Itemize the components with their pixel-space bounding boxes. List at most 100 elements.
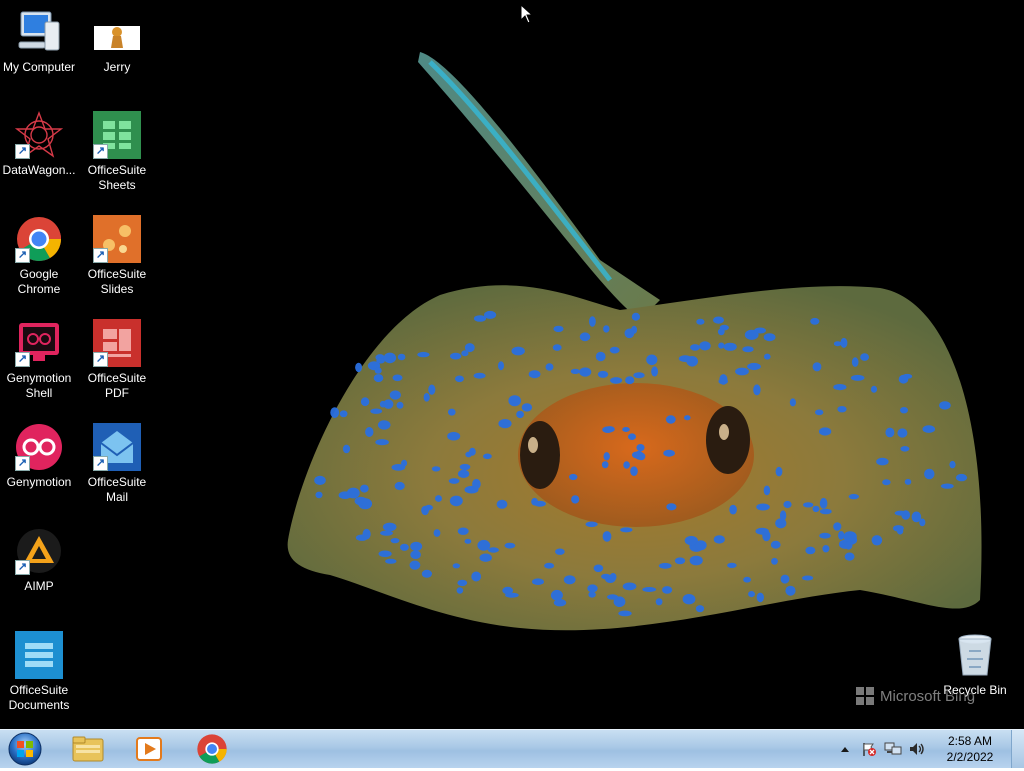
ray-spot [785,585,796,596]
start-button[interactable] [6,731,44,767]
ray-spot [779,510,787,521]
desktop-icon-google-chrome[interactable]: ↗ Google Chrome [0,215,78,297]
ray-spot [713,535,725,544]
action-center-flag-icon[interactable] [859,739,879,759]
icon-label: AIMP [24,579,54,593]
ray-spot [713,316,724,324]
file-explorer-icon [72,736,104,762]
desktop-icon-jerry[interactable]: Jerry [78,8,156,75]
ray-spot [624,328,635,339]
shortcut-arrow-icon: ↗ [15,456,30,471]
icon-label: OfficeSuite Mail [87,475,147,504]
ray-spot [373,374,384,383]
desktop-icon-officesuite-documents[interactable]: OfficeSuite Documents [0,631,78,713]
ray-spot [383,399,394,409]
ray-spot [748,591,755,598]
ray-spot [378,550,392,558]
ray-spot [919,518,926,527]
ray-spot [431,466,441,472]
ray-spot [755,527,769,535]
ray-spot [894,510,907,516]
ray-spot [690,344,700,351]
ray-spot [833,522,842,531]
ray-spot [498,419,512,429]
ray-spot [448,408,456,416]
ray-spot [838,531,845,540]
ray-spot [589,316,596,327]
ray-spot [455,375,464,383]
network-icon[interactable] [883,739,903,759]
ray-spot [631,312,641,321]
desktop-icon-my-computer[interactable]: My Computer [0,8,78,75]
ray-spot [354,496,368,506]
desktop-icon-aimp[interactable]: ↗ AIMP [0,527,78,594]
system-tray: 2:58 AM 2/2/2022 [833,730,1024,768]
datawagon-icon: ↗ [14,111,64,159]
ray-spot [763,333,776,342]
ray-spot [610,377,623,384]
desktop-icon-officesuite-slides[interactable]: ↗ OfficeSuite Slides [78,215,156,297]
ray-spot [339,410,348,418]
ray-spot [743,576,751,583]
show-hidden-icons-arrow[interactable] [835,739,855,759]
ray-spot [435,495,442,502]
ray-spot [837,406,847,413]
ray-spot [396,401,404,409]
desktop-icon-recycle-bin[interactable]: Recycle Bin [936,631,1014,698]
ray-spot [940,483,954,489]
ray-spot [844,541,853,550]
ray-spot [579,332,591,342]
ray-spot [651,366,658,377]
ray-spot [417,351,430,358]
icon-label: OfficeSuite Slides [87,267,147,296]
media-player-icon [136,737,162,761]
icon-label: DataWagon... [2,163,76,177]
clock-time: 2:58 AM [947,734,993,748]
windows-logo-icon [856,687,874,705]
ray-spot [684,415,691,421]
desktop-icon-datawagon[interactable]: ↗ DataWagon... [0,111,78,178]
show-desktop-button[interactable] [1011,730,1024,768]
ray-spot [382,522,397,532]
volume-icon[interactable] [907,739,927,759]
ray-spot [409,560,421,570]
ray-spot [696,318,705,325]
ray-spot [563,575,576,585]
taskbar-media-player[interactable] [121,732,177,766]
chrome-icon: ↗ [15,215,63,263]
ray-spot [628,433,636,441]
sheets-icon: ↗ [93,111,141,159]
icon-label: OfficeSuite PDF [87,371,147,400]
icon-label: Genymotion Shell [6,371,72,400]
desktop-icon-officesuite-mail[interactable]: ↗ OfficeSuite Mail [78,423,156,505]
ray-spot [699,341,711,351]
ray-spot [753,384,761,396]
ray-spot [457,469,470,478]
desktop-icon-genymotion[interactable]: ↗ Genymotion [0,423,78,490]
desktop[interactable]: Microsoft Bing My Computer Jerry ↗ DataW… [0,0,1024,729]
ray-spot [452,563,460,569]
desktop-icon-genymotion-shell[interactable]: ↗ Genymotion Shell [0,319,78,401]
ray-spot [870,385,878,393]
ray-spot [521,403,533,412]
clock[interactable]: 2:58 AM 2/2/2022 [935,733,1005,765]
shortcut-arrow-icon: ↗ [15,248,30,263]
shortcut-arrow-icon: ↗ [93,456,108,471]
desktop-icon-officesuite-pdf[interactable]: ↗ OfficeSuite PDF [78,319,156,401]
ray-spot [505,592,519,598]
ray-spot [848,493,859,500]
ray-spot [833,384,847,391]
ray-spot [625,376,635,385]
ray-spot [394,481,405,491]
desktop-icon-officesuite-sheets[interactable]: ↗ OfficeSuite Sheets [78,111,156,193]
pdf-icon: ↗ [93,319,141,367]
taskbar-file-explorer[interactable] [60,732,116,766]
ray-spot [464,343,475,353]
ray-spot [607,594,619,600]
ray-spot [483,453,492,460]
ray-spot [898,374,909,384]
taskbar-google-chrome[interactable] [184,732,240,766]
ray-spot [360,397,370,407]
shortcut-arrow-icon: ↗ [15,560,30,575]
ray-spot [682,594,696,605]
